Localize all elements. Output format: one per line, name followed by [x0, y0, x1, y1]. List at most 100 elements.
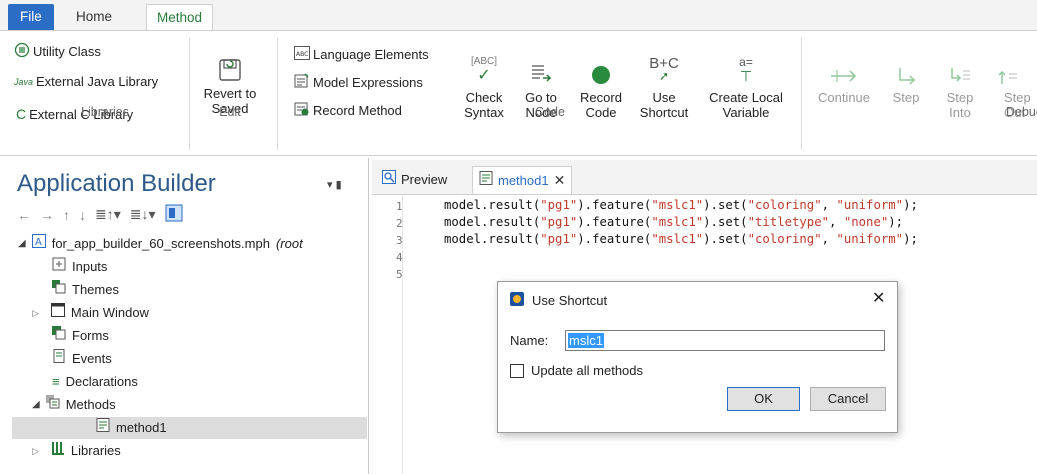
tab-method[interactable]: Method	[146, 4, 214, 31]
language-elements-label: Language Elements	[313, 47, 429, 62]
tree-item-label: Libraries	[70, 443, 121, 458]
tree-item-label: Declarations	[65, 374, 138, 389]
external-java-library-button[interactable]: Java External Java Library	[14, 74, 158, 89]
code-line[interactable]: model.result("pg1").feature("mslc1").set…	[444, 232, 918, 246]
record-code-icon	[577, 50, 625, 86]
check-syntax-icon: [ABC] ✓	[470, 55, 498, 84]
continue-icon	[812, 50, 876, 86]
down-arrow-icon[interactable]: ↓	[79, 207, 86, 223]
record-method-icon	[294, 101, 310, 120]
step-into-button[interactable]: Step Into	[940, 50, 980, 120]
tree-item-methods[interactable]: ◢ Methods	[32, 394, 116, 416]
separator	[277, 38, 278, 150]
line-number: 3	[396, 234, 403, 247]
collapse-arrow-icon[interactable]: ◢	[18, 233, 26, 255]
create-local-variable-button[interactable]: a= ⊤ Create Local Variable	[700, 50, 792, 121]
continue-label: Continue	[817, 90, 871, 105]
panel-title: Application Builder	[17, 170, 216, 197]
code-line[interactable]: model.result("pg1").feature("mslc1").set…	[444, 198, 918, 212]
method-file-icon	[479, 167, 493, 194]
checkbox-label: Update all methods	[531, 363, 644, 378]
ribbon-tabbar: File Home Method	[0, 0, 1037, 31]
tree-item-inputs[interactable]: Inputs	[52, 256, 107, 278]
model-expressions-button[interactable]: Model Expressions	[294, 73, 423, 92]
use-shortcut-icon: B+C ➚	[649, 54, 679, 83]
ok-button[interactable]: OK	[727, 387, 800, 411]
update-all-methods-checkbox[interactable]: Update all methods	[510, 363, 643, 378]
tree-item-forms[interactable]: Forms	[52, 325, 109, 347]
create-local-variable-label: Create Local Variable	[709, 90, 783, 120]
tree-item-label: Forms	[72, 328, 109, 343]
preview-icon	[382, 166, 396, 193]
tree-item-method1[interactable]: method1	[12, 417, 367, 439]
panel-toolbar: ← → ↑ ↓ ≣↑▾ ≣↓▾	[17, 204, 183, 225]
tree-item-events[interactable]: Events	[52, 348, 112, 370]
tab-home[interactable]: Home	[66, 4, 122, 30]
root-label: for_app_builder_60_screenshots.mph	[51, 236, 270, 251]
utility-class-button[interactable]: Utility Class	[14, 42, 101, 61]
record-code-label: Record Code	[580, 90, 622, 120]
close-icon[interactable]: ✕	[554, 167, 566, 194]
utility-class-icon	[14, 42, 30, 61]
svg-text:A: A	[35, 237, 42, 248]
inputs-icon	[52, 256, 66, 278]
use-shortcut-button[interactable]: B+C ➚ Use Shortcut	[632, 50, 696, 121]
dialog-title: Use Shortcut	[532, 293, 608, 308]
line-number: 4	[396, 251, 403, 264]
tree-root[interactable]: ◢ A for_app_builder_60_screenshots.mph (…	[18, 233, 303, 255]
step-into-icon	[940, 50, 980, 86]
move-down-list-icon[interactable]: ≣↓▾	[130, 206, 156, 223]
record-method-label: Record Method	[313, 103, 402, 118]
step-button[interactable]: Step	[886, 50, 926, 105]
separator	[189, 38, 190, 150]
name-label: Name:	[510, 333, 549, 348]
name-selection: mslc1	[568, 333, 604, 348]
code-line[interactable]: model.result("pg1").feature("mslc1").set…	[444, 215, 903, 229]
checkbox-box[interactable]	[510, 363, 524, 378]
tree-item-libraries[interactable]: ▷ Libraries	[32, 440, 121, 462]
tree-item-themes[interactable]: Themes	[52, 279, 119, 301]
application-icon: A	[31, 233, 46, 255]
cancel-button[interactable]: Cancel	[810, 387, 886, 411]
record-code-button[interactable]: Record Code	[577, 50, 625, 120]
check-syntax-label: Check Syntax	[464, 90, 504, 120]
editor-view-icon[interactable]	[165, 204, 183, 225]
record-method-button[interactable]: Record Method	[294, 101, 402, 120]
method-file-icon	[96, 417, 110, 439]
tree-item-declarations[interactable]: ≡ Declarations	[52, 371, 138, 393]
libraries-group-label: Libraries	[81, 105, 129, 119]
abc-icon: ABC	[294, 46, 310, 63]
move-up-list-icon[interactable]: ≣↑▾	[95, 206, 121, 223]
edit-group-label: Edit	[219, 105, 241, 119]
external-java-library-label: External Java Library	[36, 74, 159, 89]
editor-tabbar: Preview method1 ✕	[372, 160, 1037, 195]
libraries-icon	[51, 440, 65, 462]
separator	[801, 38, 802, 150]
tree-item-label: Events	[72, 351, 112, 366]
tab-file[interactable]: File	[8, 4, 54, 30]
methods-icon	[45, 394, 60, 416]
declarations-icon: ≡	[52, 374, 60, 389]
code-group-label: Code	[535, 105, 565, 119]
panel-menu-icon[interactable]: ▾ ▮	[327, 178, 342, 191]
tab-method1[interactable]: method1 ✕	[472, 166, 573, 194]
svg-text:ABC: ABC	[296, 51, 308, 58]
collapse-arrow-icon[interactable]: ◢	[32, 394, 40, 416]
tab-preview-label: Preview	[401, 172, 448, 187]
name-field[interactable]	[565, 330, 885, 351]
tree-item-main-window[interactable]: ▷ Main Window	[32, 302, 149, 324]
events-icon	[52, 348, 66, 370]
tab-method1-label: method1	[498, 173, 549, 188]
expand-arrow-icon[interactable]: ▷	[32, 302, 39, 324]
close-icon[interactable]: ✕	[872, 288, 885, 308]
back-arrow-icon[interactable]: ←	[17, 207, 31, 223]
forward-arrow-icon[interactable]: →	[40, 207, 54, 223]
up-arrow-icon[interactable]: ↑	[63, 207, 70, 223]
continue-button[interactable]: Continue	[812, 50, 876, 105]
tab-preview[interactable]: Preview	[376, 166, 453, 193]
create-local-variable-icon: a= ⊤	[739, 54, 753, 84]
expand-arrow-icon[interactable]: ▷	[32, 440, 39, 462]
check-syntax-button[interactable]: [ABC] ✓ Check Syntax	[458, 50, 510, 121]
language-elements-button[interactable]: ABC Language Elements	[294, 46, 429, 63]
line-number: 5	[396, 268, 403, 281]
